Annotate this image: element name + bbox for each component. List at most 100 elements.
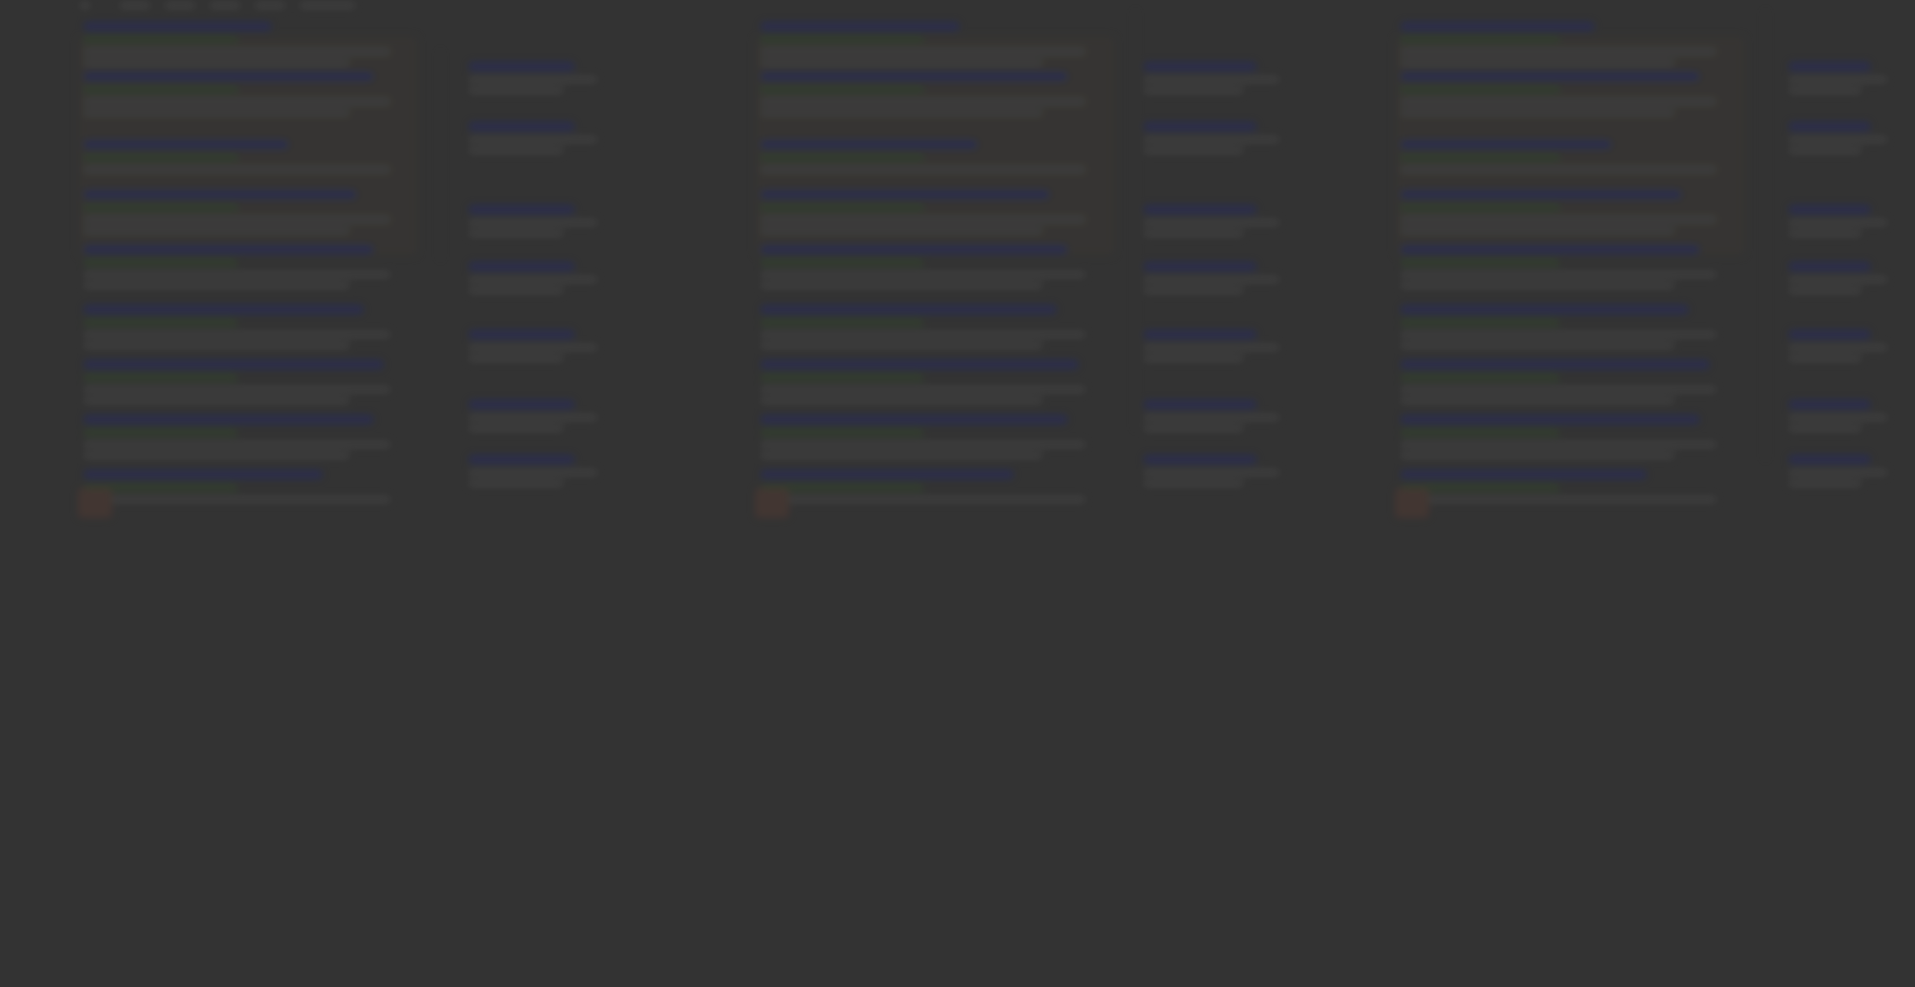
- result-title-link[interactable]: [761, 190, 1049, 199]
- result-url: [84, 204, 237, 211]
- result-snippet: [84, 59, 349, 66]
- sidebar-link[interactable]: [1789, 122, 1870, 131]
- sidebar-link[interactable]: [469, 205, 574, 214]
- result-snippet: [84, 397, 349, 404]
- result-title-link[interactable]: [1401, 72, 1699, 81]
- sidebar-link[interactable]: [469, 330, 574, 339]
- sidebar-link[interactable]: [1789, 262, 1870, 271]
- sidebar-link[interactable]: [1789, 455, 1870, 464]
- sidebar-text: [1144, 344, 1279, 351]
- result-title-link[interactable]: [84, 470, 322, 479]
- result-url: [1401, 36, 1559, 43]
- result-url: [1401, 374, 1559, 381]
- result-snippet: [1401, 386, 1716, 393]
- sidebar-text: [469, 76, 597, 83]
- result-title-link[interactable]: [761, 360, 1078, 369]
- result-snippet: [1401, 166, 1716, 173]
- sidebar-text: [469, 355, 563, 362]
- result-title-link[interactable]: [84, 305, 363, 314]
- result-title-link[interactable]: [1401, 245, 1699, 254]
- sidebar-link[interactable]: [1144, 262, 1256, 271]
- result-title-link[interactable]: [1401, 360, 1709, 369]
- result-snippet: [84, 441, 390, 448]
- sidebar-link[interactable]: [1144, 62, 1256, 71]
- sidebar-link[interactable]: [1144, 205, 1256, 214]
- sidebar-link[interactable]: [1789, 330, 1870, 339]
- result-title-link[interactable]: [761, 22, 959, 31]
- search-results-column: [78, 0, 418, 525]
- result-title-link[interactable]: [84, 415, 373, 424]
- sidebar-text: [1789, 136, 1887, 143]
- sidebar-link[interactable]: [1789, 400, 1870, 409]
- result-thumbnail[interactable]: [78, 488, 112, 518]
- sidebar-link[interactable]: [1144, 400, 1256, 409]
- result-title-link[interactable]: [84, 140, 288, 149]
- result-title-link[interactable]: [761, 245, 1067, 254]
- sidebar-link[interactable]: [1789, 205, 1870, 214]
- sidebar-text: [1144, 425, 1243, 432]
- sidebar-link[interactable]: [1789, 62, 1870, 71]
- result-title-link[interactable]: [1401, 190, 1681, 199]
- result-snippet: [761, 48, 1085, 55]
- sidebar-link[interactable]: [1144, 122, 1256, 131]
- sidebar-text: [469, 480, 563, 487]
- column-divider: [1765, 10, 1766, 460]
- result-title-link[interactable]: [1401, 140, 1611, 149]
- result-thumbnail[interactable]: [1395, 488, 1429, 518]
- result-url: [1401, 259, 1559, 266]
- column-divider: [440, 50, 441, 260]
- result-title-link[interactable]: [761, 415, 1067, 424]
- sidebar-link[interactable]: [469, 122, 574, 131]
- sidebar-text: [469, 344, 597, 351]
- result-snippet: [84, 166, 390, 173]
- result-url: [84, 36, 237, 43]
- result-title-link[interactable]: [761, 305, 1056, 314]
- result-url: [1401, 86, 1559, 93]
- result-url: [84, 374, 237, 381]
- sidebar-text: [1144, 136, 1279, 143]
- result-title-link[interactable]: [1401, 305, 1688, 314]
- result-snippet: [761, 397, 1042, 404]
- sidebar-text: [469, 230, 563, 237]
- result-title-link[interactable]: [1401, 415, 1699, 424]
- result-title-link[interactable]: [84, 22, 271, 31]
- result-title-link[interactable]: [84, 72, 373, 81]
- sidebar-text: [1144, 230, 1243, 237]
- sidebar-text: [1144, 414, 1279, 421]
- sidebar-link[interactable]: [469, 62, 574, 71]
- sidebar-link[interactable]: [1144, 455, 1256, 464]
- result-title-link[interactable]: [84, 190, 356, 199]
- sidebar-text: [469, 136, 597, 143]
- result-snippet: [1401, 397, 1674, 404]
- sidebar-text: [469, 414, 597, 421]
- sidebar-text: [1789, 219, 1887, 226]
- result-url: [761, 204, 923, 211]
- sidebar-link[interactable]: [469, 400, 574, 409]
- result-snippet: [84, 98, 390, 105]
- sidebar-link[interactable]: [469, 455, 574, 464]
- result-url: [1401, 154, 1559, 161]
- sidebar-text: [1789, 480, 1861, 487]
- sidebar-text: [469, 147, 563, 154]
- result-title-link[interactable]: [1401, 22, 1594, 31]
- sidebar-text: [1144, 87, 1243, 94]
- result-snippet: [761, 227, 1042, 234]
- sidebar-link[interactable]: [469, 262, 574, 271]
- result-snippet: [1401, 342, 1674, 349]
- sidebar-text: [1789, 230, 1861, 237]
- result-snippet: [1401, 216, 1716, 223]
- result-title-link[interactable]: [761, 72, 1067, 81]
- result-title-link[interactable]: [84, 360, 383, 369]
- result-url: [1401, 429, 1559, 436]
- result-thumbnail[interactable]: [755, 488, 789, 518]
- result-title-link[interactable]: [84, 245, 373, 254]
- result-snippet: [761, 271, 1085, 278]
- result-snippet: [1401, 48, 1716, 55]
- sidebar-link[interactable]: [1144, 330, 1256, 339]
- result-snippet: [1401, 441, 1716, 448]
- sidebar-text: [469, 469, 597, 476]
- sidebar-text: [1144, 287, 1243, 294]
- result-title-link[interactable]: [761, 470, 1013, 479]
- result-title-link[interactable]: [1401, 470, 1646, 479]
- result-title-link[interactable]: [761, 140, 977, 149]
